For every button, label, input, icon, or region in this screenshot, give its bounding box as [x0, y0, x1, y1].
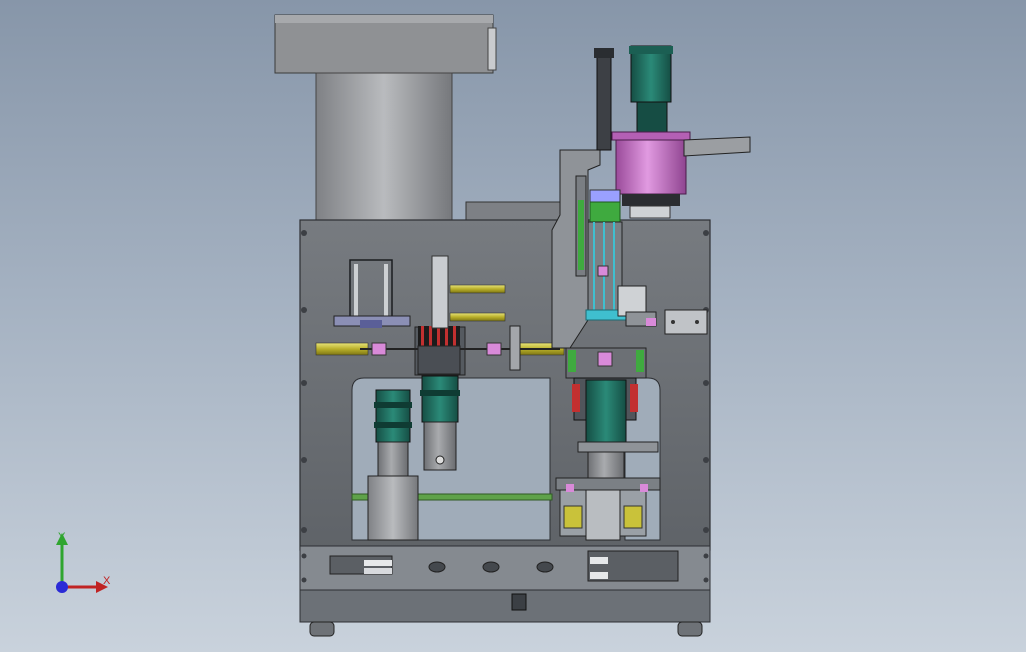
y-axis-label: Y [58, 531, 66, 543]
x-axis-label: X [103, 575, 111, 587]
left-motor-2 [420, 375, 460, 471]
vertical-rod [594, 48, 614, 151]
base-plate [299, 545, 711, 623]
machine-feet [309, 621, 703, 637]
right-base-fixture [555, 477, 661, 541]
hopper-column [315, 72, 453, 222]
magenta-gearbox [611, 131, 751, 219]
triad-arrows [56, 533, 108, 593]
top-motor [629, 45, 673, 135]
hopper-bowl [274, 14, 497, 74]
z-axis-dot [56, 581, 68, 593]
cad-viewport[interactable]: Y X [0, 0, 1026, 652]
rear-ledge [465, 201, 562, 221]
axis-triad: Y X [40, 525, 130, 605]
right-mid-block [565, 347, 647, 379]
machine-assembly-model[interactable] [0, 0, 1026, 652]
